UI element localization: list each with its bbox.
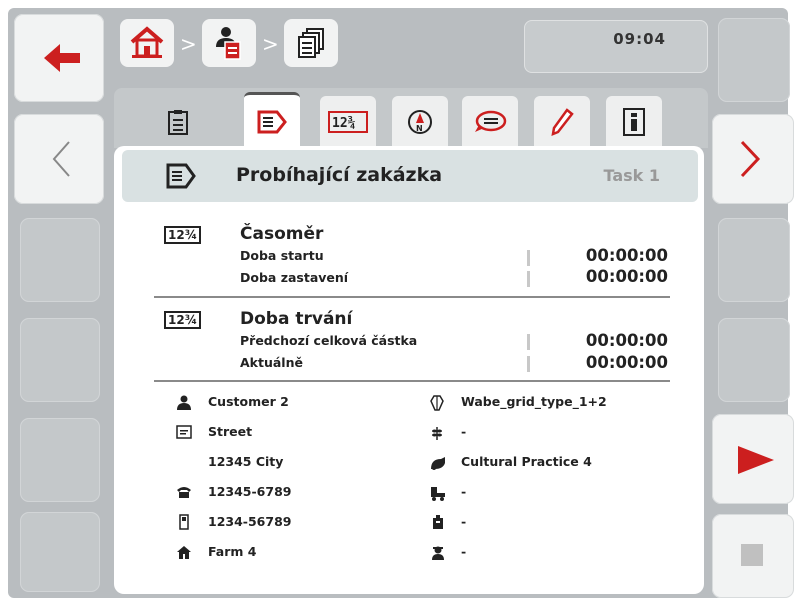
soft-key-left-6[interactable] (20, 512, 100, 592)
svg-text:12¾: 12¾ (332, 116, 356, 131)
mobile-icon (179, 514, 189, 530)
prev-button[interactable] (14, 114, 104, 204)
divider-mark (527, 356, 530, 372)
customer-street: Street (208, 424, 253, 439)
cultural-practice-name: Cultural Practice 4 (461, 454, 592, 469)
tab-counters[interactable]: 12¾ (320, 96, 376, 148)
worker-icon (432, 546, 444, 560)
customer-mobile: 1234-56789 (208, 514, 292, 529)
task-name: Task 1 (603, 166, 660, 185)
tab-edit[interactable] (534, 96, 590, 148)
field-icon (430, 395, 444, 411)
customer-city: 12345 City (208, 454, 284, 469)
field-name: Wabe_grid_type_1+2 (461, 394, 607, 409)
duration-previous-label: Předchozí celková částka (240, 333, 418, 348)
page-title: Probíhající zakázka (236, 164, 443, 186)
chevron-right-icon (740, 140, 761, 178)
duration-title: Doba trvání (240, 309, 353, 329)
clock-display: 09:04 (524, 20, 708, 73)
clock-time: 09:04 (613, 30, 666, 48)
duration-current-value: 00:00:00 (585, 353, 668, 372)
stop-icon (741, 544, 763, 566)
timer-title: Časoměr (240, 224, 324, 244)
customer-phone: 12345-6789 (208, 484, 292, 499)
tab-current-task[interactable] (244, 92, 300, 149)
crop-icon (432, 427, 442, 440)
current-task-header-icon (166, 163, 196, 189)
timer-start-value: 00:00:00 (585, 246, 668, 265)
compass-icon: N (408, 110, 432, 134)
next-button[interactable] (712, 114, 794, 204)
machine-value: - (461, 484, 467, 499)
svg-text:N: N (416, 124, 423, 133)
worker-value: - (461, 544, 467, 559)
counter-icon: 12¾ (164, 226, 202, 244)
home-icon (130, 26, 164, 58)
divider-mark (527, 271, 530, 287)
tab-list[interactable] (150, 96, 206, 148)
soft-key-right-1[interactable] (718, 18, 790, 102)
tab-comments[interactable] (462, 96, 518, 148)
soft-key-left-4[interactable] (20, 318, 100, 402)
section-divider (154, 380, 670, 382)
pencil-icon (551, 108, 574, 136)
back-button[interactable] (14, 14, 104, 102)
soft-key-right-3[interactable] (718, 218, 790, 302)
task-data-button[interactable] (202, 19, 256, 67)
duration-previous-value: 00:00:00 (585, 331, 668, 350)
documents-icon (298, 28, 324, 58)
timer-start-label: Doba startu (240, 248, 324, 263)
divider-mark (527, 250, 530, 266)
breadcrumb-separator: > (180, 32, 197, 56)
task-data-icon (216, 27, 241, 60)
start-button[interactable] (712, 414, 794, 504)
soft-key-left-5[interactable] (20, 418, 100, 502)
customer-icon (177, 395, 191, 410)
cultural-practice-icon (431, 457, 445, 470)
duration-current-label: Aktuálně (240, 355, 303, 370)
machine-icon (431, 487, 445, 501)
home-button[interactable] (120, 19, 174, 67)
documents-button[interactable] (284, 19, 338, 67)
tab-navigation[interactable]: N (392, 96, 448, 148)
product-icon (433, 515, 443, 529)
chevron-left-icon (52, 141, 70, 177)
crop-value: - (461, 424, 467, 439)
speech-bubble-icon (475, 110, 507, 132)
timer-stop-value: 00:00:00 (585, 267, 668, 286)
tab-info[interactable] (606, 96, 662, 148)
counter-icon: 12¾ (328, 111, 368, 133)
current-task-icon (257, 110, 287, 134)
play-icon (738, 446, 774, 474)
soft-key-left-3[interactable] (20, 218, 100, 302)
farm-icon (177, 546, 191, 559)
section-divider (154, 296, 670, 298)
breadcrumb-separator-2: > (262, 32, 279, 56)
back-arrow-icon (44, 44, 80, 72)
farm-name: Farm 4 (208, 544, 257, 559)
clipboard-icon (168, 110, 188, 135)
product-value: - (461, 514, 467, 529)
timer-stop-label: Doba zastavení (240, 270, 349, 285)
soft-key-right-4[interactable] (718, 318, 790, 402)
task-header: Probíhající zakázka Task 1 (122, 150, 698, 202)
divider-mark (527, 334, 530, 350)
info-icon (623, 108, 645, 136)
counter-icon: 12¾ (164, 311, 202, 329)
phone-icon (177, 487, 191, 498)
address-icon (176, 425, 192, 439)
customer-name: Customer 2 (208, 394, 289, 409)
stop-button[interactable] (712, 514, 794, 598)
